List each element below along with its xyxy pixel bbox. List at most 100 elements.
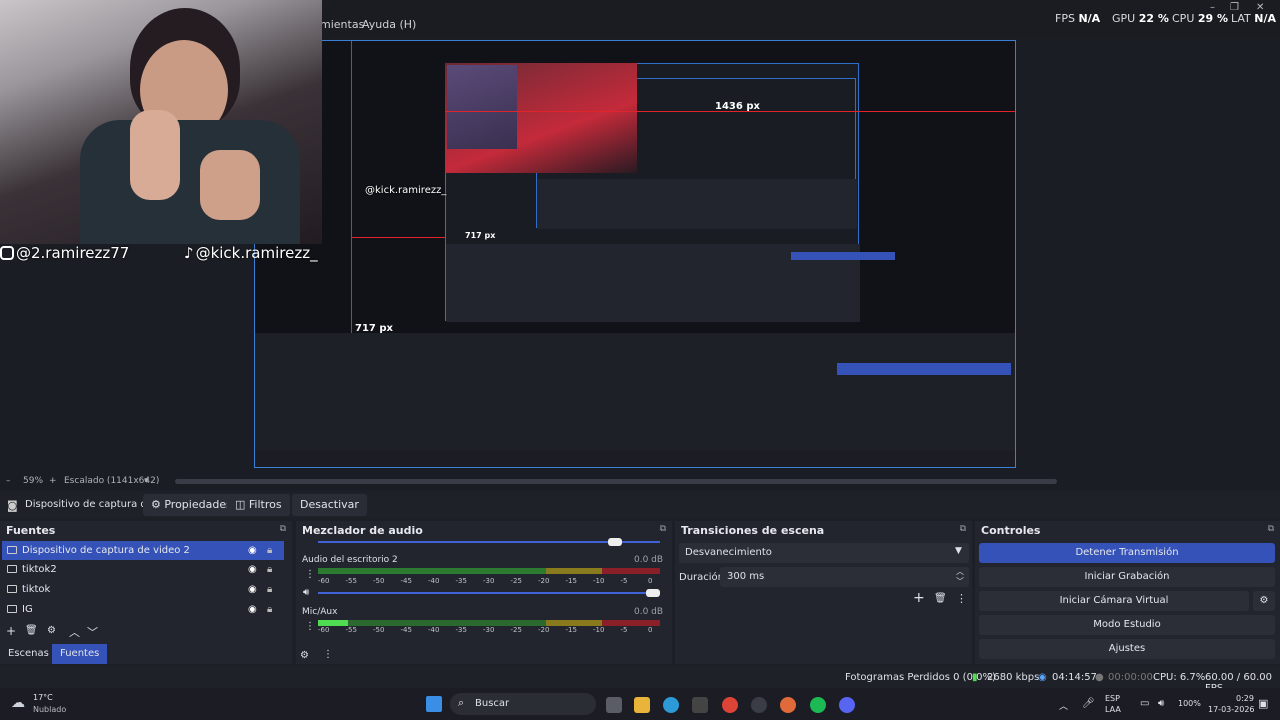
scale-tick: -30 <box>483 577 495 585</box>
mixer-menu-icon[interactable]: ⋮ <box>323 649 333 660</box>
chrome-icon[interactable] <box>722 697 738 713</box>
close-icon[interactable]: ✕ <box>1256 2 1266 13</box>
obs-icon[interactable] <box>751 697 767 713</box>
prev-volume-knob[interactable] <box>608 538 622 546</box>
stepper-down-icon[interactable]: ﹀ <box>956 576 964 587</box>
capcut-icon[interactable] <box>692 697 708 713</box>
zoom-out-button[interactable]: – <box>6 476 11 486</box>
start-icon[interactable] <box>426 696 442 712</box>
text-source-icon <box>7 565 17 573</box>
weather-desc[interactable]: Nublado <box>33 705 66 714</box>
minimize-icon[interactable]: – <box>1210 2 1220 13</box>
move-up-icon[interactable]: ︿ <box>69 624 80 640</box>
volume-slider[interactable] <box>318 592 660 594</box>
meter-scale: -60 -55 -50 -45 -40 -35 -30 -25 -20 -15 -10 -5 0 <box>318 577 660 587</box>
scaling-dropdown-icon[interactable]: ▾ <box>144 476 149 486</box>
maximize-icon[interactable]: ❐ <box>1230 2 1240 13</box>
scale-tick: -35 <box>455 577 467 585</box>
discord-icon[interactable] <box>839 697 855 713</box>
dock-float-icon[interactable]: ⧉ <box>960 524 966 534</box>
sources-dock: Fuentes ⧉ Dispositivo de captura de vide… <box>0 521 292 664</box>
menu-tools[interactable]: mientas <box>320 18 364 31</box>
volume-knob[interactable] <box>646 589 660 597</box>
battery-percent[interactable]: 100% <box>1178 699 1201 708</box>
search-icon: ⌕ <box>458 696 465 709</box>
virtual-camera-settings-icon[interactable]: ⚙ <box>1253 591 1275 611</box>
scale-tick: -40 <box>428 626 440 634</box>
scale-tick: -5 <box>620 626 628 634</box>
weather-temp: 17°C <box>33 693 53 702</box>
scale-tick: -30 <box>483 626 495 634</box>
stop-stream-button[interactable]: Detener Transmisión <box>979 543 1275 563</box>
settings-button[interactable]: Ajustes <box>979 639 1275 659</box>
lock-icon[interactable]: 🔒︎ <box>267 541 272 560</box>
lang-primary[interactable]: ESP <box>1105 694 1120 703</box>
notification-icon[interactable]: ▣ <box>1258 697 1268 710</box>
tray-chevron-icon[interactable]: ︿ <box>1059 699 1068 712</box>
channel-db: 0.0 dB <box>634 607 664 617</box>
preview-scrollbar[interactable] <box>175 479 1057 484</box>
channel-menu-icon[interactable]: ⋮ <box>305 621 315 632</box>
visibility-icon[interactable]: ◉ <box>248 541 257 560</box>
deactivate-button[interactable]: Desactivar <box>292 494 367 516</box>
start-recording-button[interactable]: Iniciar Grabación <box>979 567 1275 587</box>
lock-icon[interactable]: 🔒︎ <box>267 560 272 579</box>
transition-menu-icon[interactable]: ⋮ <box>956 592 967 605</box>
dock-float-icon[interactable]: ⧉ <box>1268 524 1274 534</box>
guide-label-717: 717 px <box>355 323 393 334</box>
channel-db: 0.0 dB <box>634 555 664 565</box>
tab-scenes[interactable]: Escenas <box>0 644 57 664</box>
record-time: 00:00:00 <box>1108 672 1153 683</box>
add-source-icon[interactable]: + <box>6 624 16 638</box>
source-item[interactable]: tiktok2 ◉ 🔒︎ <box>2 560 284 579</box>
file-explorer-icon[interactable] <box>634 697 650 713</box>
volume-icon[interactable]: 🔊︎ <box>1158 698 1164 709</box>
visibility-icon[interactable]: ◉ <box>248 600 257 619</box>
tab-sources[interactable]: Fuentes <box>52 644 108 664</box>
scale-tick: -5 <box>620 577 628 585</box>
lock-icon[interactable]: 🔒︎ <box>267 600 272 619</box>
lang-secondary[interactable]: LAA <box>1105 705 1121 714</box>
chevron-down-icon: ▼ <box>955 546 962 556</box>
task-view-icon[interactable] <box>606 697 622 713</box>
channel-menu-icon[interactable]: ⋮ <box>305 569 315 580</box>
source-item[interactable]: IG ◉ 🔒︎ <box>2 600 284 619</box>
virtual-camera-button[interactable]: Iniciar Cámara Virtual <box>979 591 1249 611</box>
source-settings-icon[interactable]: ⚙ <box>47 625 56 636</box>
speaker-icon[interactable]: 🔊︎ <box>303 587 309 598</box>
spotify-icon[interactable] <box>810 697 826 713</box>
clock-time[interactable]: 0:29 <box>1236 694 1254 703</box>
network-icon[interactable]: ▭ <box>1140 698 1149 709</box>
edge-icon[interactable] <box>663 697 679 713</box>
clock-date[interactable]: 17-03-2026 <box>1208 705 1255 714</box>
stream-icon: ◉ <box>1038 672 1047 683</box>
remove-transition-icon[interactable]: 🗑︎ <box>934 593 947 604</box>
chrome-profile-icon[interactable] <box>780 697 796 713</box>
scale-tick: -20 <box>538 626 550 634</box>
add-transition-icon[interactable]: + <box>913 590 925 606</box>
studio-mode-button[interactable]: Modo Estudio <box>979 615 1275 635</box>
filters-button[interactable]: ◫ Filtros <box>227 494 290 516</box>
lock-icon[interactable]: 🔒︎ <box>267 580 272 599</box>
properties-button[interactable]: ⚙ Propiedades <box>143 494 240 516</box>
remove-source-icon[interactable]: 🗑︎ <box>25 625 38 636</box>
taskbar-search[interactable]: ⌕ Buscar <box>450 693 596 715</box>
dock-float-icon[interactable]: ⧉ <box>660 524 666 534</box>
mixer-settings-icon[interactable]: ⚙ <box>300 650 309 661</box>
visibility-icon[interactable]: ◉ <box>248 580 257 599</box>
menu-help[interactable]: Ayuda (H) <box>362 18 416 31</box>
preview-canvas[interactable]: @kick.ramirezz_ 1436 px 717 px 717 px <box>254 40 1016 468</box>
scale-tick: -15 <box>565 626 577 634</box>
move-down-icon[interactable]: ﹀ <box>87 624 98 640</box>
mic-icon[interactable]: 🎤︎ <box>1082 698 1095 709</box>
mixer-title: Mezclador de audio <box>302 524 423 537</box>
lat-stat: LAT N/A <box>1231 12 1277 25</box>
tiktok-icon: ♪ <box>184 244 194 262</box>
visibility-icon[interactable]: ◉ <box>248 560 257 579</box>
zoom-in-button[interactable]: + <box>49 476 57 486</box>
duration-input[interactable]: 300 ms ︿ ﹀ <box>720 567 969 587</box>
source-item[interactable]: Dispositivo de captura de video 2 ◉ 🔒︎ <box>2 541 284 560</box>
dock-float-icon[interactable]: ⧉ <box>280 524 286 534</box>
transition-select[interactable]: Desvanecimiento ▼ <box>679 543 969 563</box>
source-item[interactable]: tiktok ◉ 🔒︎ <box>2 580 284 599</box>
